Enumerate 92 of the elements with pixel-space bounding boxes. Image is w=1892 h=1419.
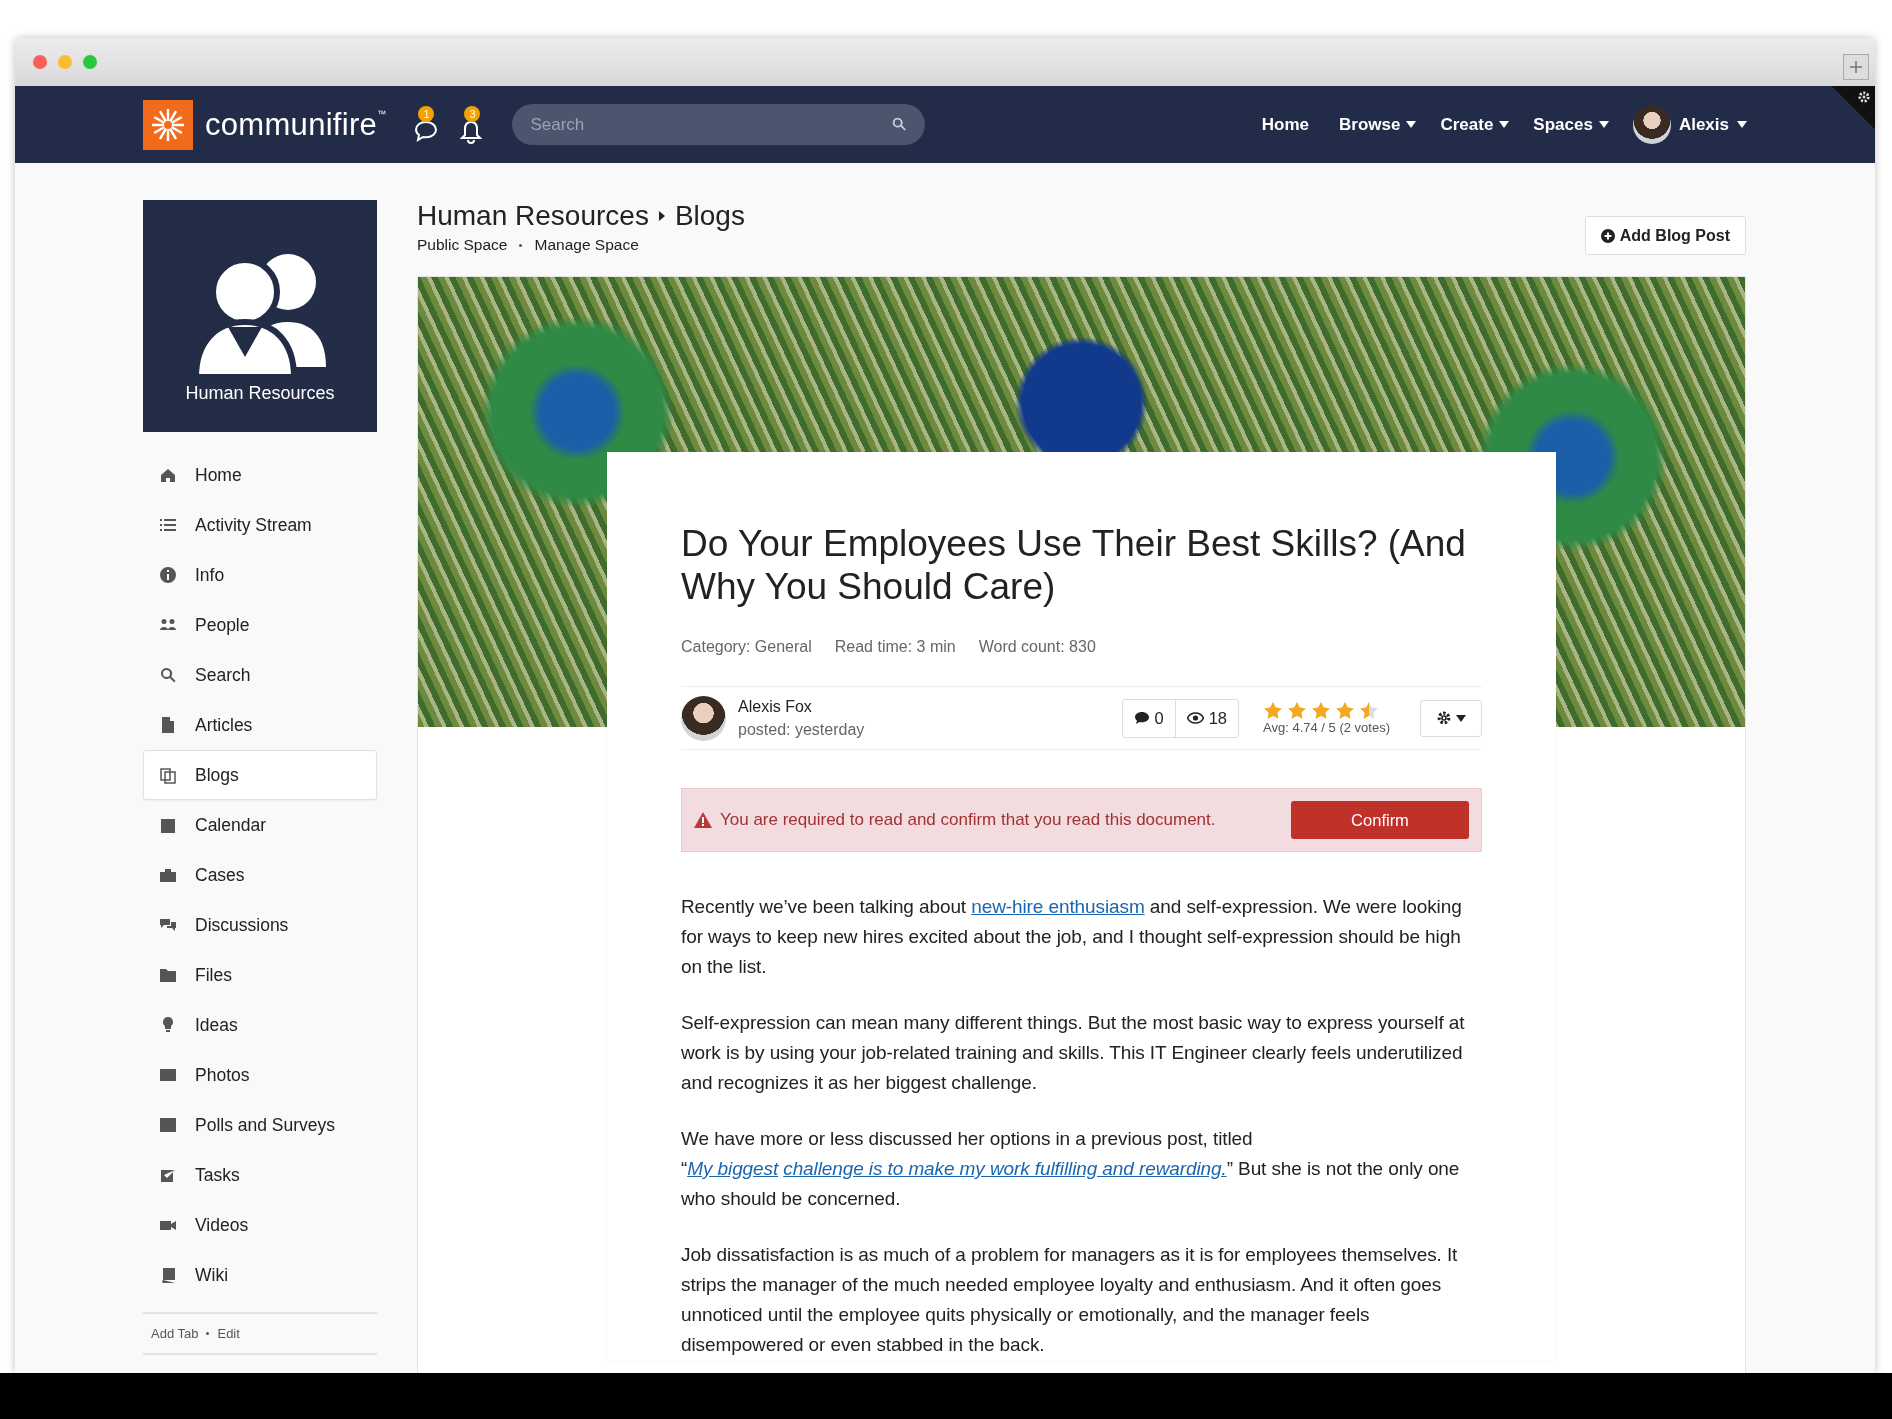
sidebar-item[interactable]: Ideas — [143, 1000, 377, 1050]
caret-icon — [1406, 121, 1417, 128]
separator-dot — [519, 243, 523, 247]
minimize-button[interactable] — [58, 55, 72, 69]
space-link[interactable]: Public Space — [417, 236, 508, 254]
plus-circle-icon — [1600, 228, 1615, 243]
maximize-button[interactable] — [83, 55, 97, 69]
rating-summary: Avg: 4.74 / 5 (2 votes) — [1263, 720, 1390, 735]
user-menu[interactable]: Alexis — [1632, 105, 1747, 144]
sidebar-item[interactable]: Wiki — [143, 1250, 377, 1300]
search-field[interactable]: Search — [512, 104, 926, 145]
star-icon — [1263, 701, 1284, 720]
briefcase-icon — [159, 866, 177, 884]
count-badge: 3 — [464, 105, 481, 122]
caret-icon — [1456, 714, 1466, 722]
warning-icon — [694, 812, 712, 828]
add-blog-post-button[interactable]: Add Blog Post — [1584, 216, 1746, 255]
avatar-icon — [1632, 105, 1671, 144]
speech-bubble-icon — [1133, 711, 1150, 725]
sidebar-item[interactable]: Calendar — [143, 800, 377, 850]
space-card[interactable]: Human Resources — [143, 200, 377, 432]
sidebar-item[interactable]: Tasks — [143, 1150, 377, 1200]
posted-time: posted: yesterday — [738, 720, 865, 739]
chevron-icon — [658, 211, 665, 221]
list-icon — [159, 516, 177, 534]
article-title: Do Your Employees Use Their Best Skills? (And Why You Should Care) — [681, 522, 1467, 608]
plus-icon — [1849, 60, 1863, 74]
footer-link[interactable]: Add Tab — [151, 1326, 199, 1341]
sidebar-item[interactable]: Blogs — [143, 750, 377, 800]
star-icon — [1359, 701, 1380, 720]
caret-icon — [1737, 121, 1747, 128]
author-name[interactable]: Alexis Fox — [738, 697, 865, 716]
article-meta: Category: General — [681, 638, 812, 656]
nav-link[interactable]: Browse — [1339, 114, 1417, 135]
brand-name[interactable]: communifire$^{™}$ — [205, 106, 387, 143]
breadcrumb-link[interactable]: Human Resources — [417, 200, 649, 232]
author-avatar — [681, 695, 726, 741]
gear-icon — [1436, 710, 1452, 726]
paragraph: Job dissatisfaction is as much of a problem for managers as it is for employees themselves. It strips the manager of the much needed employee loyalty and enthusiasm. And it often goes unnoticed until the employee quits physically or emotionally, and the manager feels disempowered or even stabbed in the back. — [681, 1243, 1459, 1357]
article-meta: Read time: 3 min — [834, 638, 956, 656]
nav-link[interactable]: Create — [1440, 114, 1510, 135]
logo-icon[interactable] — [143, 99, 193, 150]
link[interactable]: new-hire enthusiasm — [971, 896, 1145, 917]
separator-dot — [206, 1332, 210, 1335]
count-badge: 1 — [418, 105, 435, 122]
pages-icon — [159, 766, 177, 784]
star-rating[interactable] — [1263, 701, 1380, 720]
new-tab-button[interactable] — [1843, 54, 1869, 80]
caret-icon — [1598, 121, 1609, 128]
gear-icon — [1857, 90, 1871, 104]
sidebar-item[interactable]: Videos — [143, 1200, 377, 1250]
star-icon — [1335, 701, 1356, 720]
settings-dropdown-button[interactable] — [1420, 699, 1482, 737]
paragraph: Recently we’ve been talking about new-hire enthusiasm and self-expression. We were looking for ways to keep new hires excited about the job, and I thought self-expression should be high on the list. — [681, 895, 1463, 979]
sidebar-item[interactable]: Photos — [143, 1050, 377, 1100]
book-icon — [159, 1266, 177, 1284]
nav-link[interactable]: Home — [1261, 114, 1315, 135]
sidebar-item[interactable]: Cases — [143, 850, 377, 900]
close-button[interactable] — [33, 55, 47, 69]
link[interactable]: My biggest — [687, 1158, 779, 1179]
sidebar-item[interactable]: Info — [143, 550, 377, 600]
sidebar-item[interactable]: Articles — [143, 700, 377, 750]
sidebar-item[interactable]: People — [143, 600, 377, 650]
nav-link[interactable]: Spaces — [1533, 114, 1609, 135]
sidebar-item[interactable]: Discussions — [143, 900, 377, 950]
eye-icon — [1186, 712, 1204, 724]
star-icon — [1311, 701, 1332, 720]
paragraph: Self-expression can mean many different things. But the most basic way to express yourself at work is by using your job-related training and skills. This IT Engineer clearly feels underutilized and recognizes it as her biggest challenge. — [681, 1011, 1466, 1095]
alert-message: You are required to read and confirm that you read this document. — [720, 810, 1216, 830]
confirm-button[interactable]: Confirm — [1291, 801, 1469, 839]
space-name: Human Resources — [185, 383, 335, 404]
info-icon — [159, 566, 177, 584]
article-meta: Word count: 830 — [978, 638, 1096, 656]
star-icon — [1287, 701, 1308, 720]
footer-link[interactable]: Edit — [217, 1326, 240, 1341]
sidebar-item[interactable]: Polls and Surveys — [143, 1100, 377, 1150]
home-icon — [159, 466, 177, 484]
sidebar-item[interactable]: Files — [143, 950, 377, 1000]
sidebar-item[interactable]: Search — [143, 650, 377, 700]
sidebar-item[interactable]: Activity Stream — [143, 500, 377, 550]
breadcrumb-link[interactable]: Blogs — [674, 200, 745, 232]
comments-count[interactable]: 0 — [1122, 699, 1175, 737]
search-icon — [891, 116, 908, 132]
sidebar-item[interactable]: Home — [143, 450, 377, 500]
views-count: 18 — [1174, 699, 1239, 737]
search-icon — [159, 666, 177, 684]
caret-icon — [1499, 121, 1510, 128]
folder-icon — [159, 966, 177, 984]
document-icon — [159, 716, 177, 734]
space-link[interactable]: Manage Space — [534, 236, 639, 254]
paragraph: We have more or less discussed her options in a previous post, titled “My biggest challenge is to make my work fulfilling and rewarding.” But she is not the only one who should be concerned. — [681, 1127, 1461, 1211]
link[interactable]: challenge is to make my work fulfilling and rewarding. — [783, 1158, 1227, 1179]
